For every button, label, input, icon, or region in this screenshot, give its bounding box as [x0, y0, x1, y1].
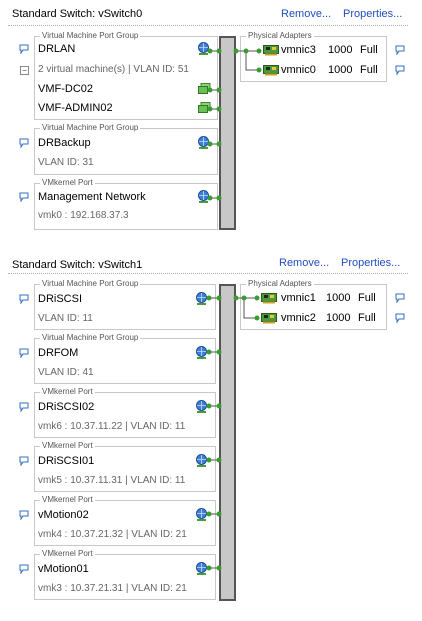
- vswitch1-connectors: [206, 295, 260, 571]
